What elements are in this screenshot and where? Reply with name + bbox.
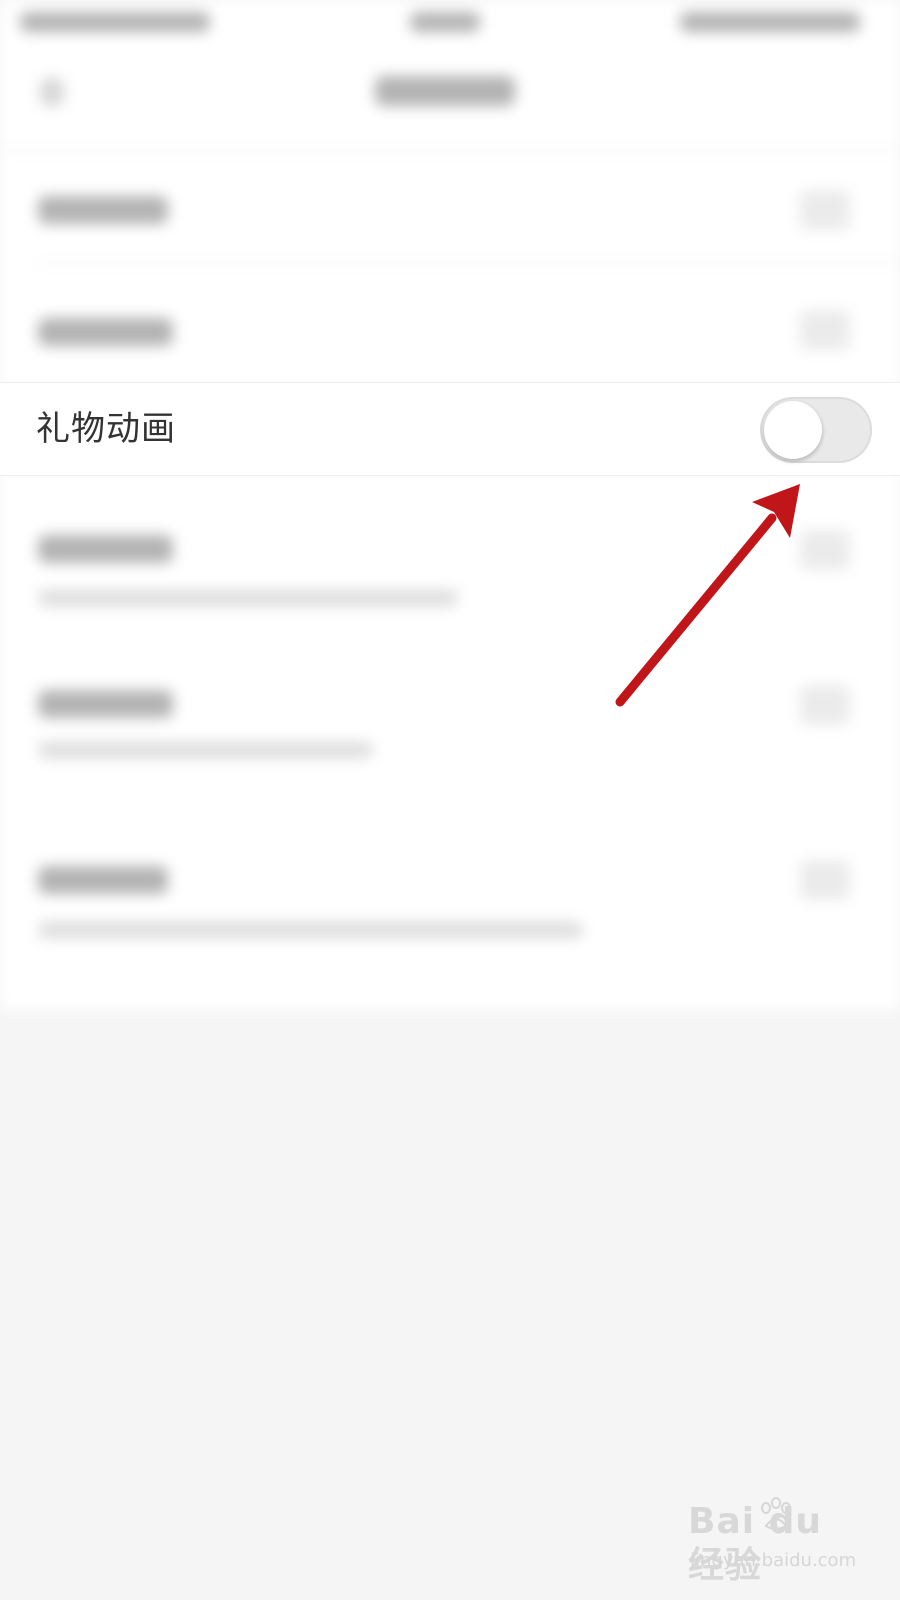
settings-screen: 礼物动画 Bai du 经验 jingyan.baidu.com xyxy=(0,0,900,1600)
toggle-knob xyxy=(764,401,822,459)
gift-animation-setting-row: 礼物动画 xyxy=(0,382,900,476)
blurred-background xyxy=(0,0,900,1010)
watermark: Bai du 经验 jingyan.baidu.com xyxy=(688,1497,868,1590)
watermark-url: jingyan.baidu.com xyxy=(690,1550,857,1571)
gift-animation-toggle[interactable] xyxy=(760,397,872,463)
gift-animation-label: 礼物动画 xyxy=(36,409,176,449)
watermark-logo-text: Bai du 经验 xyxy=(688,1501,823,1586)
